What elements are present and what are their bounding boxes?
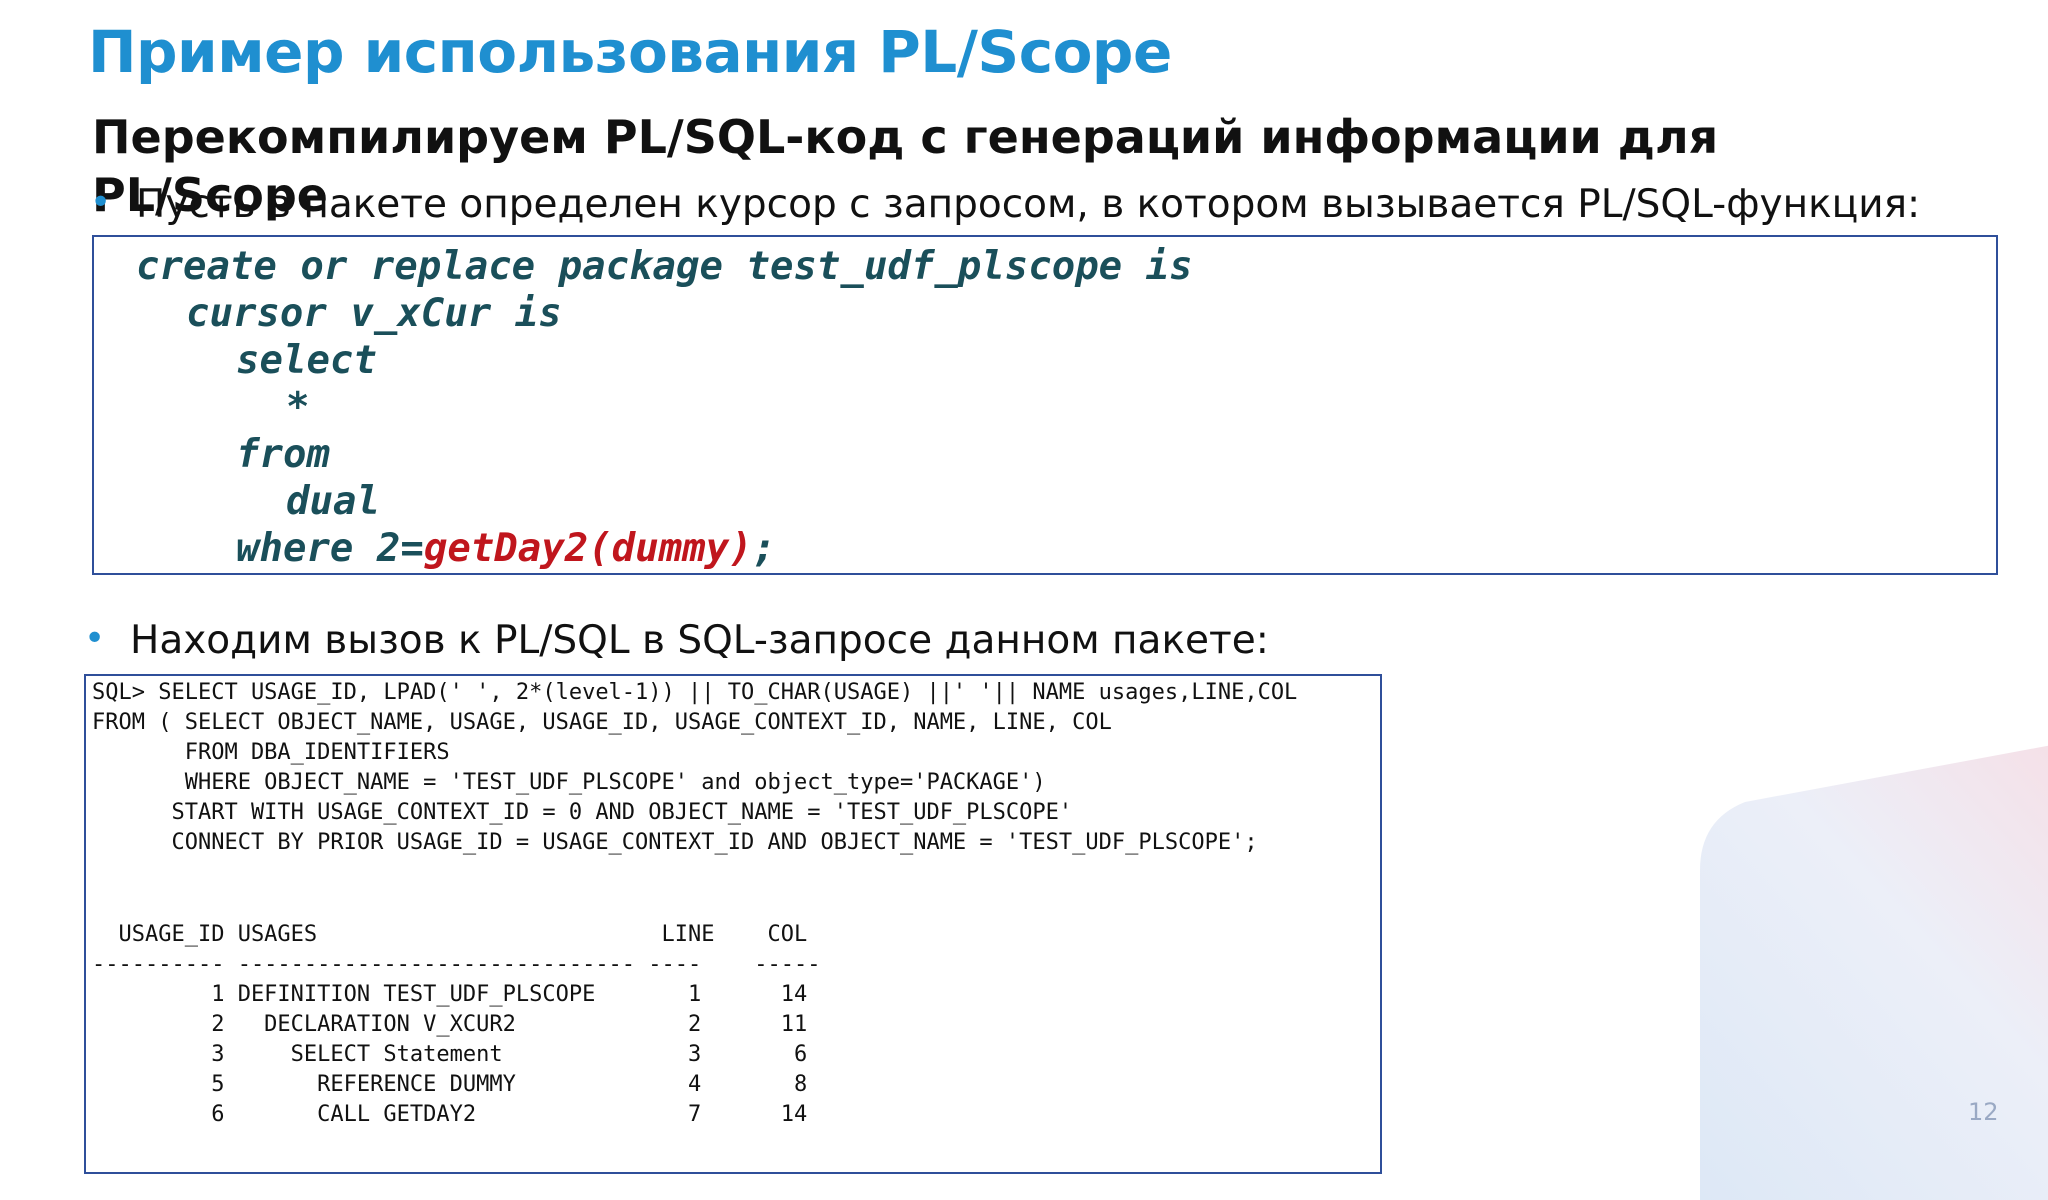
sql-query-line: SQL> SELECT USAGE_ID, LPAD(' ', 2*(level…	[92, 680, 1298, 705]
sql-query-result-block: SQL> SELECT USAGE_ID, LPAD(' ', 2*(level…	[84, 674, 1382, 1174]
result-row: 6 CALL GETDAY2 7 14	[92, 1102, 808, 1127]
code-line: *	[286, 385, 310, 430]
code-line-where: where 2=getDay2(dummy);	[236, 526, 776, 571]
code-line: dual	[286, 479, 380, 524]
result-row: 1 DEFINITION TEST_UDF_PLSCOPE 1 14	[92, 982, 808, 1007]
code-line: cursor v_xCur is	[186, 291, 562, 336]
sql-query-line: START WITH USAGE_CONTEXT_ID = 0 AND OBJE…	[92, 800, 1073, 825]
page-title: Пример использования PL/Scope	[88, 18, 1172, 86]
code-semicolon: ;	[752, 526, 777, 571]
bullet-dot-icon: •	[90, 182, 112, 223]
sql-query-line: FROM ( SELECT OBJECT_NAME, USAGE, USAGE_…	[92, 710, 1112, 735]
result-row: 5 REFERENCE DUMMY 4 8	[92, 1072, 808, 1097]
code-line: create or replace package test_udf_plsco…	[136, 244, 1193, 289]
bullet-text: Находим вызов к PL/SQL в SQL-запросе дан…	[130, 618, 1269, 663]
sql-query-line: WHERE OBJECT_NAME = 'TEST_UDF_PLSCOPE' a…	[92, 770, 1046, 795]
result-row: 2 DECLARATION V_XCUR2 2 11	[92, 1012, 808, 1037]
result-separator: ---------- -----------------------------…	[92, 952, 821, 977]
plsql-code-block: create or replace package test_udf_plsco…	[92, 235, 1998, 575]
code-line: select	[236, 338, 377, 383]
code-line: from	[236, 432, 330, 477]
sql-query-line: CONNECT BY PRIOR USAGE_ID = USAGE_CONTEX…	[92, 830, 1258, 855]
sql-query-line: FROM DBA_IDENTIFIERS	[92, 740, 450, 765]
code-where-text: where 2=	[236, 526, 424, 571]
page-number: 12	[1968, 1098, 1999, 1126]
bullet-dot-icon: •	[84, 618, 106, 659]
decorative-corner-shape	[1700, 745, 2048, 1200]
result-header: USAGE_ID USAGES LINE COL	[92, 922, 808, 947]
bullet-item: • Находим вызов к PL/SQL в SQL-запросе д…	[84, 618, 1269, 663]
function-call: getDay2(dummy)	[423, 526, 753, 571]
bullet-text: Пусть в пакете определен курсор с запрос…	[136, 182, 1921, 227]
result-row: 3 SELECT Statement 3 6	[92, 1042, 808, 1067]
bullet-item: • Пусть в пакете определен курсор с запр…	[90, 182, 1921, 227]
